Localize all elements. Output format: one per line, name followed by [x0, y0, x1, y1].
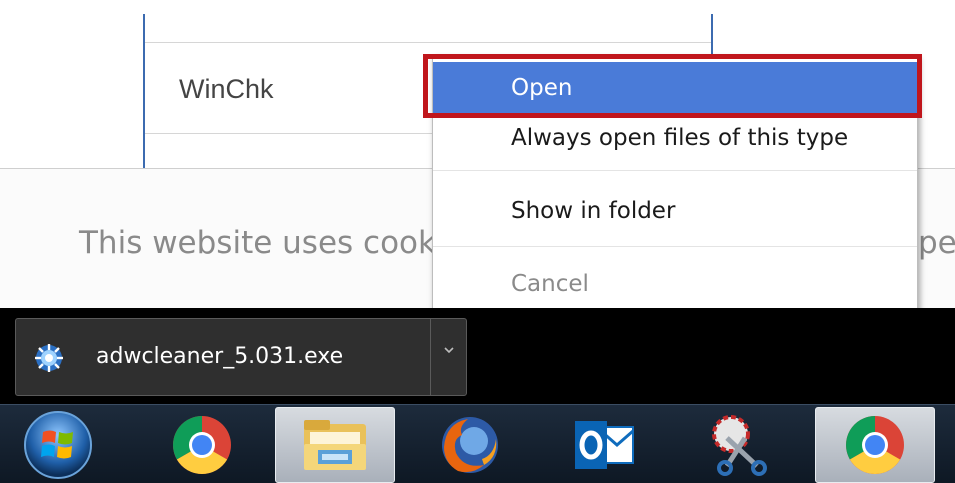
menu-item-cancel[interactable]: Cancel	[433, 260, 917, 308]
taskbar-firefox-button[interactable]	[410, 407, 530, 483]
menu-item-label: Show in folder	[511, 198, 676, 224]
menu-item-open[interactable]: Open	[433, 62, 917, 114]
start-button[interactable]	[2, 407, 114, 483]
windows-start-icon	[24, 411, 92, 479]
download-item[interactable]: adwcleaner_5.031.exe	[15, 318, 467, 396]
menu-item-show-in-folder[interactable]: Show in folder	[433, 186, 917, 236]
download-context-menu: Open Always open files of this type Show…	[432, 55, 918, 313]
downloads-bar: adwcleaner_5.031.exe	[0, 308, 955, 404]
file-explorer-icon	[304, 420, 366, 470]
menu-item-always-open[interactable]: Always open files of this type	[433, 114, 917, 162]
taskbar-explorer-button[interactable]	[275, 407, 395, 483]
taskbar-chrome-button[interactable]	[142, 407, 262, 483]
taskbar-chrome-active-button[interactable]	[815, 407, 935, 483]
firefox-icon	[442, 417, 498, 473]
chevron-down-icon[interactable]	[442, 343, 456, 357]
menu-separator	[433, 170, 917, 171]
table-cell-winchk: WinChk	[179, 74, 274, 104]
windows-taskbar	[0, 404, 955, 483]
chrome-icon	[173, 416, 231, 474]
snipping-tool-icon	[712, 415, 767, 476]
menu-item-label: Cancel	[511, 271, 589, 297]
table-border-left	[143, 14, 145, 170]
download-file-name: adwcleaner_5.031.exe	[96, 344, 344, 369]
menu-item-label: Open	[511, 75, 573, 101]
download-item-divider	[430, 319, 431, 395]
cookie-banner-text-right: per	[918, 225, 955, 261]
taskbar-snipping-tool-button[interactable]	[678, 407, 798, 483]
adwcleaner-icon	[35, 344, 63, 372]
cookie-banner-text: This website uses cooki	[79, 225, 445, 261]
outlook-icon	[575, 421, 634, 469]
chrome-icon	[846, 416, 904, 474]
menu-separator	[433, 246, 917, 247]
table-row-divider	[145, 42, 711, 43]
menu-item-label: Always open files of this type	[511, 125, 849, 151]
taskbar-outlook-button[interactable]	[544, 407, 664, 483]
